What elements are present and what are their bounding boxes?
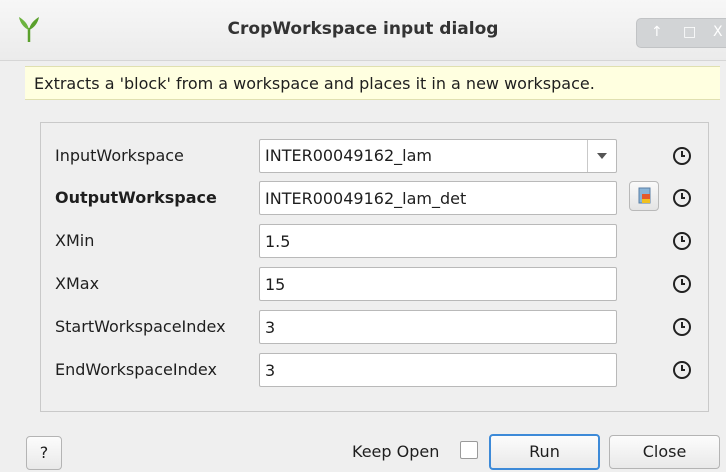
xmax-label: XMax bbox=[55, 274, 100, 293]
combo-dropdown-button[interactable] bbox=[587, 140, 616, 172]
xmax-input[interactable] bbox=[259, 267, 617, 301]
run-button[interactable]: Run bbox=[489, 434, 600, 470]
keep-open-checkbox[interactable] bbox=[460, 441, 478, 459]
window-title: CropWorkspace input dialog bbox=[227, 19, 499, 39]
history-clock-icon[interactable] bbox=[672, 274, 692, 294]
property-row-output-workspace: OutputWorkspace bbox=[41, 181, 708, 215]
close-button[interactable]: Close bbox=[609, 435, 720, 469]
xmin-label: XMin bbox=[55, 231, 95, 250]
chevron-down-icon bbox=[597, 153, 607, 159]
history-clock-icon[interactable] bbox=[672, 146, 692, 166]
property-row-end-workspace-index: EndWorkspaceIndex bbox=[41, 353, 708, 387]
shade-window-icon[interactable]: ↑ bbox=[651, 22, 663, 42]
start-workspace-index-input[interactable] bbox=[259, 310, 617, 344]
end-workspace-index-label: EndWorkspaceIndex bbox=[55, 360, 217, 379]
title-bar[interactable]: CropWorkspace input dialog ↑ □ X bbox=[0, 0, 726, 61]
history-clock-icon[interactable] bbox=[672, 188, 692, 208]
input-workspace-label: InputWorkspace bbox=[55, 146, 184, 165]
start-workspace-index-label: StartWorkspaceIndex bbox=[55, 317, 226, 336]
property-row-input-workspace: InputWorkspace INTER00049162_lam bbox=[41, 139, 708, 173]
property-row-xmin: XMin bbox=[41, 224, 708, 258]
workspace-browse-button[interactable] bbox=[629, 181, 659, 211]
property-row-xmax: XMax bbox=[41, 267, 708, 301]
history-clock-icon[interactable] bbox=[672, 231, 692, 251]
history-clock-icon[interactable] bbox=[672, 360, 692, 380]
window-controls: ↑ □ X bbox=[636, 18, 726, 48]
properties-group: InputWorkspace INTER00049162_lam OutputW… bbox=[40, 122, 709, 412]
output-workspace-input[interactable] bbox=[259, 181, 617, 215]
keep-open-label: Keep Open bbox=[352, 442, 440, 461]
property-row-start-workspace-index: StartWorkspaceIndex bbox=[41, 310, 708, 344]
end-workspace-index-input[interactable] bbox=[259, 353, 617, 387]
maximize-window-icon[interactable]: □ bbox=[683, 22, 696, 42]
algorithm-description: Extracts a 'block' from a workspace and … bbox=[25, 66, 720, 100]
close-window-icon[interactable]: X bbox=[713, 22, 723, 42]
workspace-cube-icon bbox=[638, 187, 651, 204]
xmin-input[interactable] bbox=[259, 224, 617, 258]
history-clock-icon[interactable] bbox=[672, 317, 692, 337]
output-workspace-label: OutputWorkspace bbox=[55, 188, 217, 207]
help-button[interactable]: ? bbox=[26, 436, 62, 470]
input-workspace-combo[interactable]: INTER00049162_lam bbox=[259, 139, 617, 173]
input-workspace-value: INTER00049162_lam bbox=[265, 146, 432, 165]
